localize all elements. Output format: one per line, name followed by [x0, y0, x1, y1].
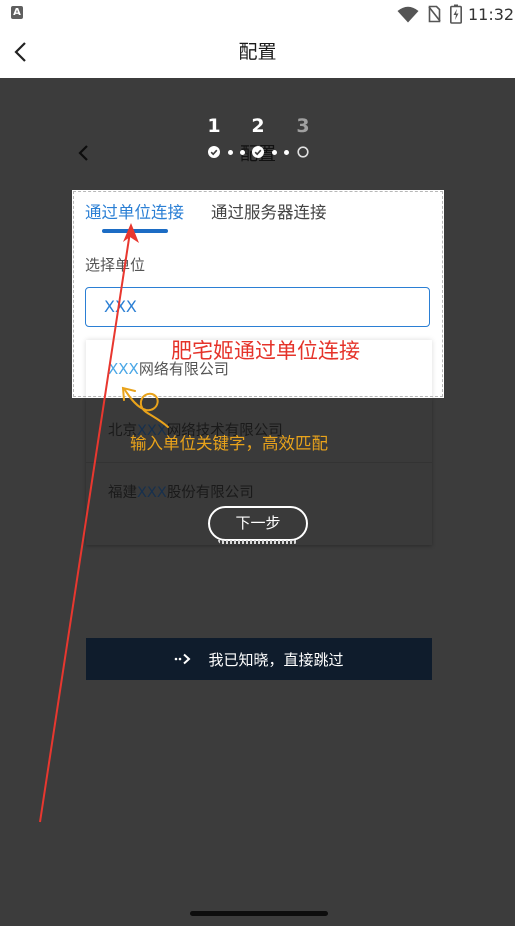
- underlay-back-chevron-icon: [78, 145, 88, 161]
- suggestion-prefix: 福建: [108, 485, 137, 501]
- unit-search-input[interactable]: XXX: [85, 287, 430, 327]
- wifi-icon: [397, 6, 419, 23]
- unit-field-label: 选择单位: [85, 256, 146, 274]
- connect-by-unit-card: 通过单位连接 通过服务器连接 选择单位 XXX XXX网络有限公司: [72, 190, 444, 398]
- dotted-arrow-right-icon: [175, 653, 191, 665]
- red-annotation-text: 肥宅姬通过单位连接: [171, 339, 360, 363]
- step-connector-dot: [240, 150, 245, 155]
- active-tab-indicator: [102, 229, 168, 233]
- clock-time: 11:32: [468, 5, 515, 24]
- step-3-marker: [297, 146, 309, 158]
- check-circle-icon: [208, 146, 220, 158]
- step-2-marker: [252, 146, 264, 158]
- skip-guide-button[interactable]: 我已知晓，直接跳过: [86, 638, 432, 680]
- suggestion-keyword: XXX: [108, 360, 139, 378]
- step-1-number: 1: [207, 115, 221, 137]
- tab-connect-by-server[interactable]: 通过服务器连接: [211, 202, 327, 224]
- yellow-annotation-text: 输入单位关键字，高效匹配: [130, 434, 328, 453]
- check-circle-icon: [252, 146, 264, 158]
- step-connector-dot: [228, 150, 233, 155]
- suggestion-keyword: XXX: [137, 485, 167, 501]
- step-connector-dot: [272, 150, 277, 155]
- skip-guide-label: 我已知晓，直接跳过: [208, 650, 344, 669]
- list-item: 福建XXX股份有限公司: [108, 484, 254, 502]
- divider: [86, 462, 432, 463]
- next-step-button[interactable]: 下一步: [208, 506, 308, 544]
- suggestion-suffix: 股份有限公司: [166, 485, 254, 501]
- page-title: 配置: [238, 41, 277, 63]
- step-2-number: 2: [251, 115, 265, 137]
- step-3-number: 3: [296, 115, 310, 137]
- gesture-navigation-bar[interactable]: [190, 911, 328, 916]
- battery-charging-icon: [450, 4, 462, 24]
- status-bar: A 11:32: [0, 0, 515, 30]
- empty-circle-icon: [297, 146, 309, 158]
- no-sim-icon: [428, 5, 441, 23]
- tab-connect-by-unit[interactable]: 通过单位连接: [85, 202, 184, 224]
- step-1-marker: [208, 146, 220, 158]
- step-connector-dot: [284, 150, 289, 155]
- app-notification-icon: A: [11, 6, 23, 19]
